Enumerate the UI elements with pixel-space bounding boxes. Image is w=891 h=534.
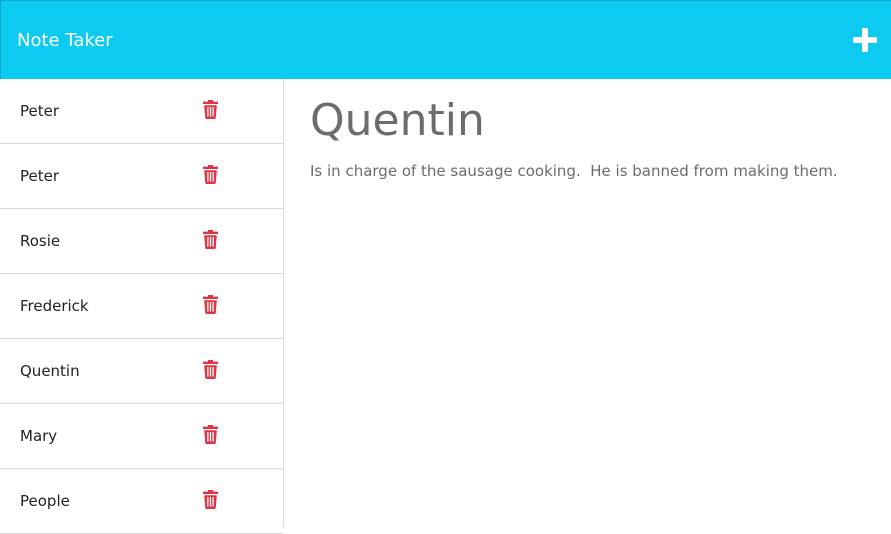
note-list-item[interactable]: Frederick xyxy=(0,274,283,339)
note-list-item-title[interactable]: Peter xyxy=(20,166,59,186)
trash-icon[interactable] xyxy=(203,490,218,509)
new-note-button[interactable] xyxy=(853,28,877,52)
note-editor: Quentin Is in charge of the sausage cook… xyxy=(285,79,891,527)
trash-icon[interactable] xyxy=(203,230,218,249)
note-list: Peter Peter Rosie Frederick Quentin Mary xyxy=(0,79,284,534)
note-list-item-title[interactable]: People xyxy=(20,491,70,511)
note-list-item[interactable]: Peter xyxy=(0,144,283,209)
note-list-item-title[interactable]: Frederick xyxy=(20,296,89,316)
note-list-item[interactable]: Rosie xyxy=(0,209,283,274)
note-list-item[interactable]: Peter xyxy=(0,79,283,144)
trash-icon[interactable] xyxy=(203,165,218,184)
app-brand[interactable]: Note Taker xyxy=(17,30,113,52)
trash-icon[interactable] xyxy=(203,425,218,444)
trash-icon[interactable] xyxy=(203,100,218,119)
trash-icon[interactable] xyxy=(203,295,218,314)
trash-icon[interactable] xyxy=(203,360,218,379)
note-title-field[interactable]: Quentin xyxy=(310,95,485,147)
navbar: Note Taker xyxy=(0,0,891,79)
plus-icon xyxy=(853,28,877,52)
note-list-item-title[interactable]: Quentin xyxy=(20,361,80,381)
note-list-item[interactable]: People xyxy=(0,469,283,534)
note-list-item-title[interactable]: Peter xyxy=(20,101,59,121)
note-text-field[interactable]: Is in charge of the sausage cooking. He … xyxy=(310,161,838,181)
note-list-item[interactable]: Mary xyxy=(0,404,283,469)
note-list-item-title[interactable]: Rosie xyxy=(20,231,60,251)
note-list-item-title[interactable]: Mary xyxy=(20,426,57,446)
note-list-item[interactable]: Quentin xyxy=(0,339,283,404)
